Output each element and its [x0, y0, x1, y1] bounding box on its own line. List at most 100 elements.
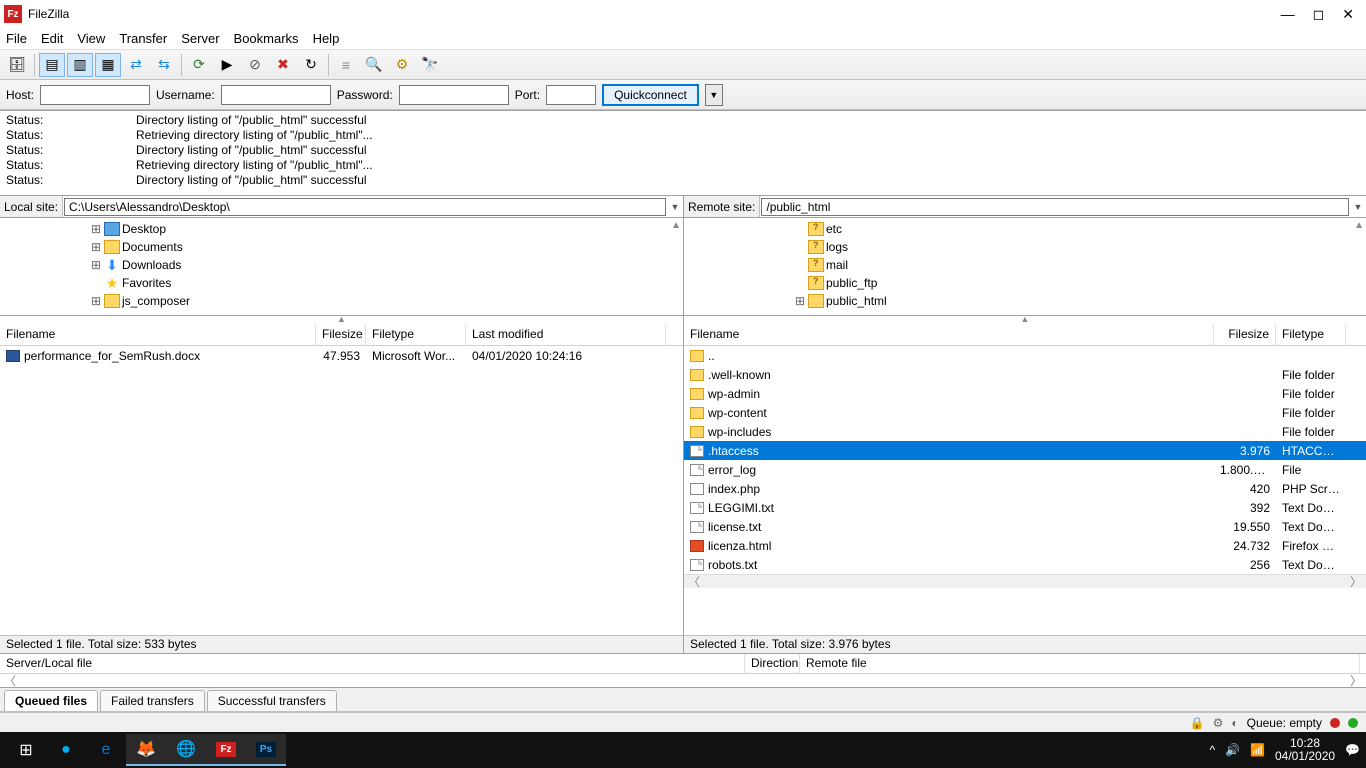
- process-queue-button[interactable]: ▶: [214, 53, 240, 77]
- port-input[interactable]: [546, 85, 596, 105]
- network-icon[interactable]: 📶: [1250, 743, 1265, 757]
- menu-edit[interactable]: Edit: [41, 31, 63, 46]
- file-row[interactable]: wp-contentFile folder: [684, 403, 1366, 422]
- column-header[interactable]: Filesize: [316, 324, 366, 345]
- notifications-icon[interactable]: 💬: [1345, 743, 1360, 757]
- cancel-button[interactable]: ⊘: [242, 53, 268, 77]
- menu-bookmarks[interactable]: Bookmarks: [234, 31, 299, 46]
- edge-icon[interactable]: e: [86, 734, 126, 766]
- username-input[interactable]: [221, 85, 331, 105]
- tree-item[interactable]: ⊞js_composer: [0, 292, 683, 310]
- menu-server[interactable]: Server: [181, 31, 219, 46]
- tree-item[interactable]: public_ftp: [684, 274, 1366, 292]
- transfer-pane[interactable]: Server/Local fileDirectionRemote file 〈〉: [0, 654, 1366, 688]
- photoshop-icon[interactable]: Ps: [246, 734, 286, 766]
- file-row[interactable]: index.php420PHP Script: [684, 479, 1366, 498]
- remote-file-list[interactable]: FilenameFilesizeFiletype ...well-knownFi…: [684, 324, 1366, 635]
- local-tree[interactable]: ▲ ⊞Desktop⊞Documents⊞⬇Downloads★Favorite…: [0, 218, 683, 316]
- minimize-button[interactable]: —: [1281, 6, 1295, 23]
- start-button[interactable]: ⊞: [6, 734, 46, 766]
- chrome-icon[interactable]: 🌐: [166, 734, 206, 766]
- quickconnect-button[interactable]: Quickconnect: [602, 84, 699, 106]
- tab-successful-transfers[interactable]: Successful transfers: [207, 690, 337, 711]
- binoculars-icon[interactable]: 🔭: [417, 53, 443, 77]
- remote-tree[interactable]: ▲ etclogsmailpublic_ftp⊞public_html: [684, 218, 1366, 316]
- remote-site-dropdown[interactable]: ▼: [1350, 202, 1366, 212]
- toggle-queue-button[interactable]: ▦: [95, 53, 121, 77]
- column-header[interactable]: Filename: [684, 324, 1214, 345]
- column-header[interactable]: Last modified: [466, 324, 666, 345]
- tree-item[interactable]: logs: [684, 238, 1366, 256]
- transfer-hscroll[interactable]: 〈〉: [0, 674, 1366, 686]
- remote-site-input[interactable]: [761, 198, 1349, 216]
- sync-browsing-button[interactable]: ⇄: [123, 53, 149, 77]
- local-site-input[interactable]: [64, 198, 666, 216]
- file-row[interactable]: performance_for_SemRush.docx47.953Micros…: [0, 346, 683, 365]
- local-file-list[interactable]: FilenameFilesizeFiletypeLast modified pe…: [0, 324, 683, 635]
- splitter-grip[interactable]: ▲: [684, 316, 1366, 324]
- horizontal-scrollbar[interactable]: 〈〉: [684, 574, 1366, 588]
- tree-item[interactable]: ⊞Documents: [0, 238, 683, 256]
- filter-button[interactable]: ≡: [333, 53, 359, 77]
- column-header[interactable]: Filetype: [366, 324, 466, 345]
- file-row[interactable]: .well-knownFile folder: [684, 365, 1366, 384]
- remote-list-header: FilenameFilesizeFiletype: [684, 324, 1366, 346]
- toggle-tree-button[interactable]: ▥: [67, 53, 93, 77]
- file-row[interactable]: LEGGIMI.txt392Text Docu...: [684, 498, 1366, 517]
- file-row[interactable]: .htaccess3.976HTACCESS...: [684, 441, 1366, 460]
- gear-icon[interactable]: ⚙: [1213, 716, 1224, 730]
- compare-button[interactable]: ⇆: [151, 53, 177, 77]
- tree-item[interactable]: etc: [684, 220, 1366, 238]
- lock-icon[interactable]: 🔒: [1190, 716, 1205, 730]
- close-button[interactable]: ✕: [1342, 6, 1354, 23]
- file-row[interactable]: robots.txt256Text Docu...: [684, 555, 1366, 574]
- host-input[interactable]: [40, 85, 150, 105]
- tree-item[interactable]: ⊞Desktop: [0, 220, 683, 238]
- log-pane[interactable]: Status:Directory listing of "/public_htm…: [0, 110, 1366, 196]
- search-icon[interactable]: 🔍: [361, 53, 387, 77]
- file-row[interactable]: wp-adminFile folder: [684, 384, 1366, 403]
- menu-transfer[interactable]: Transfer: [119, 31, 167, 46]
- tree-item[interactable]: ⊞⬇Downloads: [0, 256, 683, 274]
- tree-item[interactable]: ★Favorites: [0, 274, 683, 292]
- column-header[interactable]: Filename: [0, 324, 316, 345]
- file-row[interactable]: ..: [684, 346, 1366, 365]
- disconnect-button[interactable]: ✖: [270, 53, 296, 77]
- menu-file[interactable]: File: [6, 31, 27, 46]
- menu-view[interactable]: View: [77, 31, 105, 46]
- tray-chevron-icon[interactable]: ^: [1209, 743, 1215, 757]
- tree-item[interactable]: mail: [684, 256, 1366, 274]
- menu-help[interactable]: Help: [313, 31, 340, 46]
- file-row[interactable]: wp-includesFile folder: [684, 422, 1366, 441]
- speedometer-icon[interactable]: ◐: [1231, 716, 1238, 730]
- tab-failed-transfers[interactable]: Failed transfers: [100, 690, 205, 711]
- column-header[interactable]: Filetype: [1276, 324, 1346, 345]
- toggle-log-button[interactable]: ▤: [39, 53, 65, 77]
- skype-icon[interactable]: ●: [46, 734, 86, 766]
- filezilla-taskbar-icon[interactable]: Fz: [206, 734, 246, 766]
- refresh-button[interactable]: ⟳: [186, 53, 212, 77]
- maximize-button[interactable]: ◻: [1313, 6, 1325, 23]
- volume-icon[interactable]: 🔊: [1225, 743, 1240, 757]
- scroll-up-icon[interactable]: ▲: [1354, 220, 1364, 231]
- column-header[interactable]: Filesize: [1214, 324, 1276, 345]
- splitter-grip[interactable]: ▲: [0, 316, 683, 324]
- firefox-icon[interactable]: 🦊: [126, 734, 166, 766]
- file-row[interactable]: licenza.html24.732Firefox HT...: [684, 536, 1366, 555]
- file-row[interactable]: error_log1.800.622File: [684, 460, 1366, 479]
- tree-item[interactable]: ⊞public_html: [684, 292, 1366, 310]
- site-manager-button[interactable]: 🗄: [4, 53, 30, 77]
- column-header[interactable]: Remote file: [800, 654, 1360, 673]
- column-header[interactable]: Direction: [745, 654, 800, 673]
- menu-bar: File Edit View Transfer Server Bookmarks Help: [0, 28, 1366, 50]
- quickconnect-dropdown[interactable]: ▼: [705, 84, 723, 106]
- reconnect-button[interactable]: ↻: [298, 53, 324, 77]
- password-input[interactable]: [399, 85, 509, 105]
- local-site-dropdown[interactable]: ▼: [667, 202, 683, 212]
- tab-queued-files[interactable]: Queued files: [4, 690, 98, 711]
- clock[interactable]: 10:28 04/01/2020: [1275, 737, 1335, 763]
- file-row[interactable]: license.txt19.550Text Docu...: [684, 517, 1366, 536]
- column-header[interactable]: Server/Local file: [0, 654, 745, 673]
- scroll-up-icon[interactable]: ▲: [671, 220, 681, 231]
- settings-icon[interactable]: ⚙: [389, 53, 415, 77]
